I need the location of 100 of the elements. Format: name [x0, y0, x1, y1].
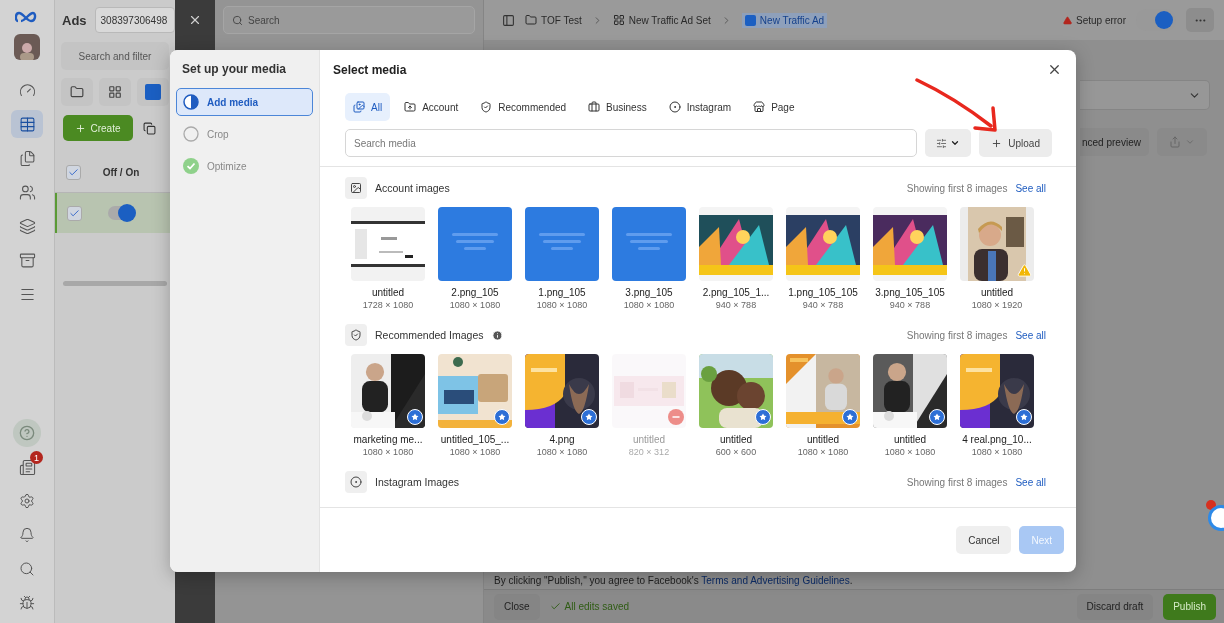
- terms-link[interactable]: Terms and Advertising Guidelines: [701, 575, 850, 586]
- star-icon: [759, 413, 767, 421]
- star-icon: [1020, 413, 1028, 421]
- help-button[interactable]: [13, 419, 41, 447]
- image-size: 1080 × 1080: [536, 300, 588, 310]
- image-name: 2.png_105: [451, 287, 499, 298]
- circle-dot-icon: [350, 476, 362, 488]
- step-item[interactable]: Add media: [176, 88, 313, 116]
- media-tab[interactable]: Instagram: [660, 93, 740, 121]
- search-filter-field[interactable]: Search and filter: [61, 42, 169, 70]
- search-icon[interactable]: [19, 561, 35, 577]
- nav-item[interactable]: [11, 110, 43, 138]
- image-size: 1080 × 1080: [623, 300, 675, 310]
- preview-button[interactable]: nced preview: [1080, 128, 1149, 156]
- breadcrumb-item[interactable]: New Traffic Ad: [741, 12, 828, 28]
- sidebar-title: Set up your media: [181, 62, 288, 78]
- image-size: 940 × 788: [715, 300, 757, 310]
- publish-button[interactable]: Publish: [1163, 593, 1216, 620]
- check-icon: [67, 167, 79, 178]
- search-icon: [232, 14, 243, 26]
- bug-icon[interactable]: [19, 595, 35, 611]
- duplicate-icon[interactable]: [143, 121, 156, 135]
- star-icon: [411, 413, 419, 421]
- cancel-button[interactable]: Cancel: [956, 526, 1012, 554]
- image-size: 940 × 788: [802, 300, 844, 310]
- sliders-icon: [936, 137, 948, 149]
- star-icon: [846, 413, 854, 421]
- folder-icon: [525, 14, 537, 26]
- breadcrumb-item[interactable]: TOF Test: [525, 14, 582, 26]
- see-all-link[interactable]: See all: [1015, 182, 1046, 194]
- dialog-title: Select media: [333, 62, 407, 77]
- discard-draft-button[interactable]: Discard draft: [1076, 593, 1154, 620]
- image-name: untitled_105_...: [440, 434, 510, 445]
- search-field[interactable]: Search: [223, 6, 475, 34]
- warning-icon: [1062, 15, 1072, 25]
- section-title: Recommended Images: [375, 329, 484, 341]
- image-name: 4.png: [549, 434, 575, 445]
- media-tab[interactable]: Page: [745, 93, 803, 121]
- setup-error: Setup error: [1075, 14, 1126, 26]
- image-name: untitled: [371, 287, 405, 298]
- circle-dot-icon: [668, 101, 681, 113]
- account-id-field[interactable]: 308397306498: [94, 7, 175, 33]
- section-title: Account images: [375, 182, 450, 194]
- section-summary: Showing first 8 images: [906, 476, 1008, 488]
- close-button[interactable]: Close: [494, 593, 540, 620]
- create-button[interactable]: Create: [63, 115, 133, 141]
- people-icon: [18, 183, 36, 201]
- table-icon: [18, 115, 36, 133]
- plus-icon: [991, 137, 1003, 149]
- grid-button[interactable]: [99, 78, 131, 106]
- folder-upload-icon: [404, 101, 417, 113]
- panel-toggle-icon[interactable]: [502, 13, 515, 27]
- media-tab[interactable]: Recommended: [472, 93, 575, 121]
- check-icon: [549, 601, 561, 612]
- media-tab[interactable]: All: [345, 93, 391, 121]
- ads-view-button[interactable]: [137, 78, 169, 106]
- ad-icon: [744, 14, 756, 26]
- see-all-link[interactable]: See all: [1015, 476, 1046, 488]
- upload-button[interactable]: Upload: [979, 129, 1052, 157]
- breadcrumb-item[interactable]: New Traffic Ad Set: [612, 14, 711, 26]
- image-name: 3.png_105: [625, 287, 673, 298]
- notifications-icon[interactable]: [18, 458, 36, 476]
- plus-icon: [75, 122, 87, 134]
- image-size: 600 × 600: [715, 447, 757, 457]
- ad-icon: [145, 84, 161, 100]
- logo-icon[interactable]: [15, 10, 39, 24]
- check-icon: [68, 207, 80, 219]
- bell-icon[interactable]: [19, 527, 35, 543]
- saved-status: All edits saved: [564, 601, 630, 612]
- avatar[interactable]: [14, 34, 40, 60]
- empty-circle-icon: [183, 126, 199, 142]
- column-header: Off / On: [101, 167, 141, 178]
- image-size: 1080 × 1080: [797, 447, 849, 457]
- folder-button[interactable]: [61, 78, 93, 106]
- media-tab[interactable]: Account: [396, 93, 467, 121]
- grid-icon: [612, 14, 625, 26]
- briefcase-icon: [588, 101, 601, 113]
- row-checkbox[interactable]: [66, 205, 82, 221]
- image-size: 940 × 788: [889, 300, 931, 310]
- image-size: 820 × 312: [628, 447, 670, 457]
- media-tab[interactable]: Business: [580, 93, 655, 121]
- select-all-checkbox[interactable]: [65, 165, 81, 180]
- search-media-field[interactable]: Search media: [345, 129, 918, 157]
- gauge-icon: [18, 81, 36, 99]
- star-icon: [933, 413, 941, 421]
- settings-icon[interactable]: [19, 493, 35, 509]
- filter-button[interactable]: [925, 129, 972, 157]
- image-name: 3.png_105_105: [875, 287, 945, 298]
- step-item[interactable]: Crop: [176, 120, 313, 148]
- images-icon: [353, 101, 365, 113]
- image-name: 1.png_105_105: [788, 287, 858, 298]
- ad-toggle[interactable]: [108, 206, 134, 220]
- image-name: marketing me...: [353, 434, 423, 445]
- step-item[interactable]: Optimize: [176, 152, 313, 180]
- panel-title: Ads: [62, 12, 87, 28]
- notification-badge: 1: [30, 451, 43, 464]
- see-all-link[interactable]: See all: [1015, 329, 1046, 341]
- shield-icon: [350, 329, 362, 341]
- image-name: 2.png_105_1...: [702, 287, 770, 298]
- close-button[interactable]: [1047, 62, 1062, 77]
